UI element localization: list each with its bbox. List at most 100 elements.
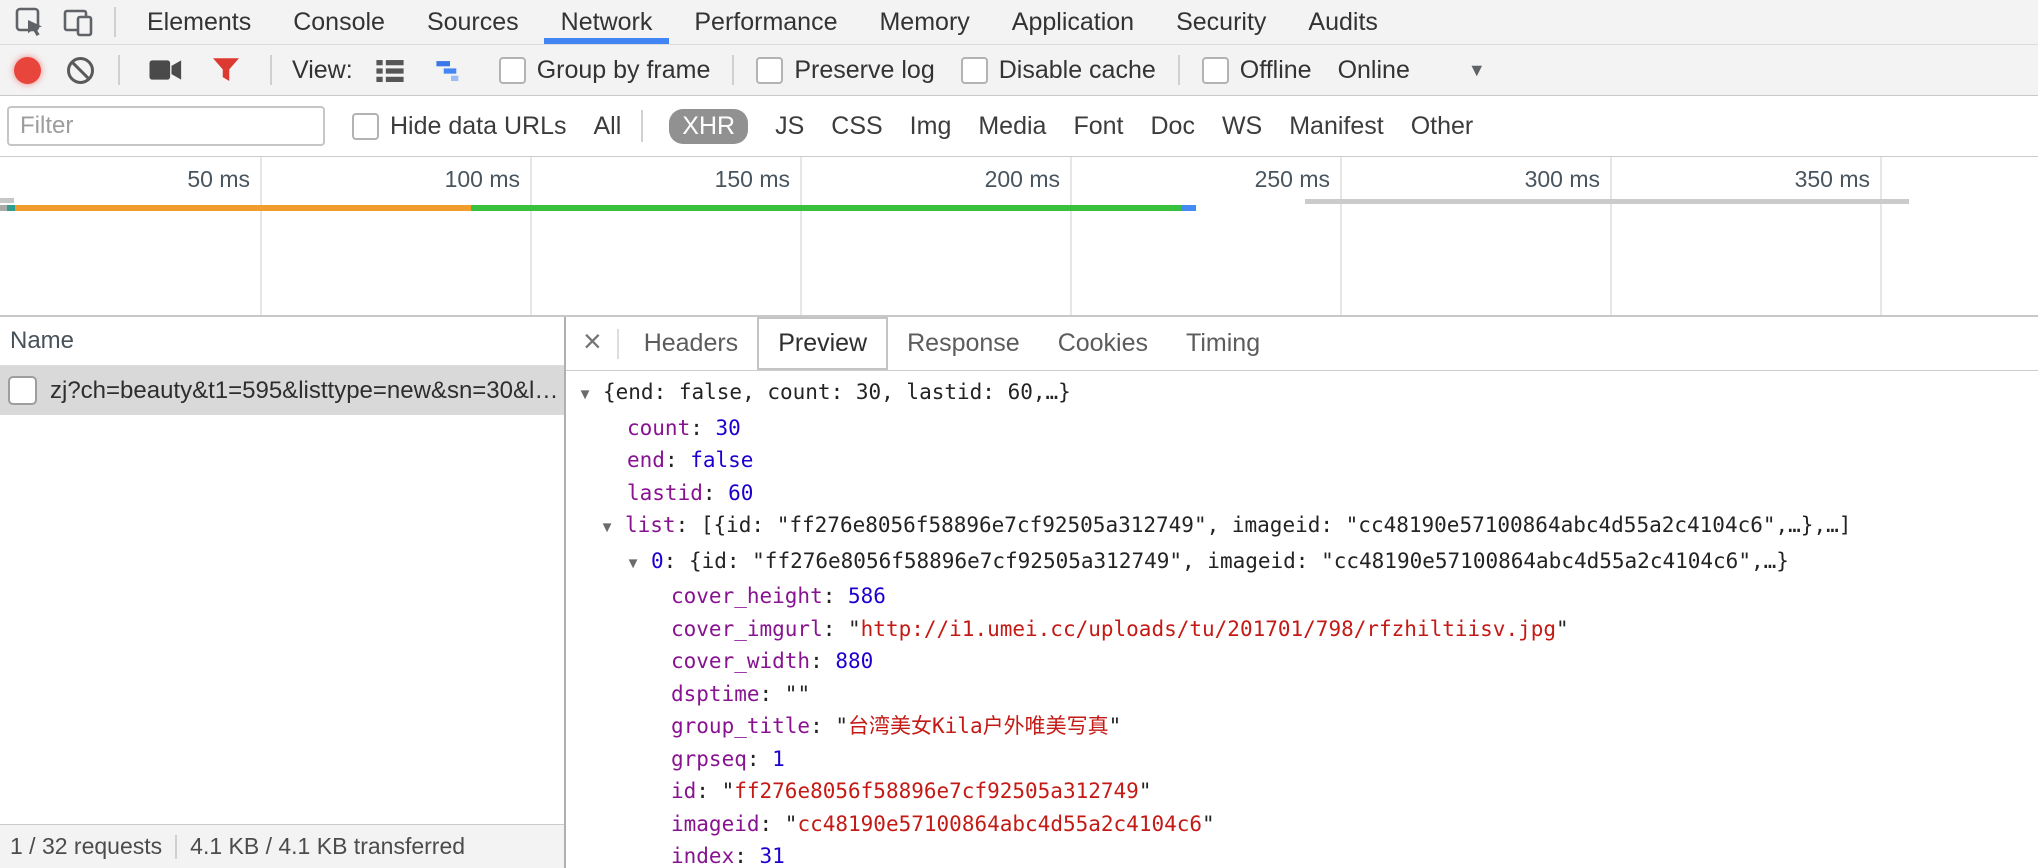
type-filter-doc[interactable]: Doc bbox=[1150, 112, 1194, 141]
type-filter-js[interactable]: JS bbox=[775, 112, 804, 141]
tab-console[interactable]: Console bbox=[276, 0, 402, 44]
hide-data-urls-label: Hide data URLs bbox=[390, 112, 566, 141]
request-row[interactable]: zj?ch=beauty&t1=595&listtype=new&sn=30&l… bbox=[0, 366, 564, 415]
inspect-element-icon[interactable] bbox=[6, 0, 54, 44]
json-text: " bbox=[1556, 617, 1569, 641]
type-filter-xhr[interactable]: XHR bbox=[669, 109, 748, 144]
tab-application[interactable]: Application bbox=[995, 0, 1151, 44]
tree-line[interactable]: cover_width: 880 bbox=[566, 645, 2038, 678]
json-text: : " bbox=[810, 714, 848, 738]
type-filter-all[interactable]: All bbox=[593, 112, 621, 141]
type-filter-other[interactable]: Other bbox=[1411, 112, 1474, 141]
json-string: cc48190e57100864abc4d55a2c4104c6 bbox=[797, 812, 1202, 836]
checkbox-box[interactable] bbox=[1202, 57, 1229, 84]
json-text: : "" bbox=[760, 682, 811, 706]
type-filter-img[interactable]: Img bbox=[910, 112, 952, 141]
name-column-header[interactable]: Name bbox=[0, 317, 564, 366]
view-label: View: bbox=[292, 56, 353, 85]
status-divider bbox=[175, 835, 177, 859]
tab-audits[interactable]: Audits bbox=[1291, 0, 1394, 44]
tree-line[interactable]: index: 31 bbox=[566, 840, 2038, 868]
json-text: {end: false, count: 30, lastid: 60,…} bbox=[603, 380, 1071, 404]
tree-line[interactable]: cover_height: 586 bbox=[566, 580, 2038, 613]
tab-security[interactable]: Security bbox=[1159, 0, 1283, 44]
type-filter-ws[interactable]: WS bbox=[1222, 112, 1262, 141]
ruler-gridline bbox=[530, 157, 532, 315]
overview-bar-queueing bbox=[0, 205, 7, 211]
json-number: false bbox=[690, 448, 753, 472]
tree-line[interactable]: cover_imgurl: "http://i1.umei.cc/uploads… bbox=[566, 613, 2038, 646]
filter-funnel-icon[interactable] bbox=[204, 45, 248, 95]
tree-line[interactable]: ▼{end: false, count: 30, lastid: 60,…} bbox=[566, 376, 2038, 412]
tree-line[interactable]: lastid: 60 bbox=[566, 477, 2038, 510]
json-key: end bbox=[627, 448, 665, 472]
tab-memory[interactable]: Memory bbox=[862, 0, 986, 44]
json-key: imageid bbox=[671, 812, 760, 836]
preserve-log-label: Preserve log bbox=[794, 56, 934, 85]
group-by-frame-checkbox[interactable]: Group by frame bbox=[499, 56, 711, 85]
ruler-gridline bbox=[800, 157, 802, 315]
type-filter-manifest[interactable]: Manifest bbox=[1289, 112, 1383, 141]
detail-tab-response[interactable]: Response bbox=[888, 317, 1039, 370]
json-text: : bbox=[823, 584, 848, 608]
tab-sources[interactable]: Sources bbox=[410, 0, 536, 44]
checkbox-box[interactable] bbox=[499, 57, 526, 84]
offline-checkbox[interactable]: Offline bbox=[1202, 56, 1312, 85]
json-text: : bbox=[810, 649, 835, 673]
filter-input[interactable] bbox=[7, 106, 325, 146]
json-text: : " bbox=[696, 779, 734, 803]
checkbox-box[interactable] bbox=[756, 57, 783, 84]
tab-performance[interactable]: Performance bbox=[677, 0, 854, 44]
tree-line[interactable]: id: "ff276e8056f58896e7cf92505a312749" bbox=[566, 775, 2038, 808]
chevron-down-icon[interactable]: ▼ bbox=[1468, 60, 1486, 81]
offline-label: Offline bbox=[1240, 56, 1312, 85]
type-filter-font[interactable]: Font bbox=[1073, 112, 1123, 141]
tree-line[interactable]: end: false bbox=[566, 444, 2038, 477]
tree-line[interactable]: ▼list: [{id: "ff276e8056f58896e7cf92505a… bbox=[566, 509, 2038, 545]
checkbox-box[interactable] bbox=[961, 57, 988, 84]
json-key: group_title bbox=[671, 714, 810, 738]
json-string: http://i1.umei.cc/uploads/tu/201701/798/… bbox=[861, 617, 1556, 641]
tree-line[interactable]: imageid: "cc48190e57100864abc4d55a2c4104… bbox=[566, 808, 2038, 841]
tab-network[interactable]: Network bbox=[544, 0, 670, 44]
device-toolbar-icon[interactable] bbox=[54, 0, 104, 44]
type-filter-css[interactable]: CSS bbox=[831, 112, 882, 141]
network-overview[interactable]: 50 ms100 ms150 ms200 ms250 ms300 ms350 m… bbox=[0, 157, 2038, 317]
json-text: : " bbox=[823, 617, 861, 641]
detail-tab-preview[interactable]: Preview bbox=[757, 317, 888, 370]
tree-expand-arrow[interactable]: ▼ bbox=[573, 379, 597, 412]
detail-tab-headers[interactable]: Headers bbox=[625, 317, 758, 370]
requests-pane: Name zj?ch=beauty&t1=595&listtype=new&sn… bbox=[0, 317, 566, 868]
tree-line[interactable]: group_title: "台湾美女Kila户外唯美写真" bbox=[566, 710, 2038, 743]
hide-data-urls-checkbox[interactable]: Hide data URLs bbox=[352, 112, 566, 141]
waterfall-overview-icon[interactable] bbox=[427, 45, 473, 95]
capture-screenshots-icon[interactable] bbox=[140, 45, 192, 95]
tree-line[interactable]: ▼0: {id: "ff276e8056f58896e7cf92505a3127… bbox=[566, 545, 2038, 581]
tab-elements[interactable]: Elements bbox=[130, 0, 268, 44]
status-bar: 1 / 32 requests 4.1 KB / 4.1 KB transfer… bbox=[0, 824, 564, 868]
disable-cache-checkbox[interactable]: Disable cache bbox=[961, 56, 1156, 85]
close-icon[interactable]: × bbox=[566, 323, 617, 364]
detail-tab-timing[interactable]: Timing bbox=[1167, 317, 1279, 370]
throttling-select[interactable]: Online bbox=[1338, 56, 1410, 85]
type-filter-media[interactable]: Media bbox=[978, 112, 1046, 141]
checkbox-box[interactable] bbox=[352, 113, 379, 140]
record-icon[interactable] bbox=[14, 57, 41, 84]
json-key: dsptime bbox=[671, 682, 760, 706]
tree-expand-arrow[interactable]: ▼ bbox=[621, 548, 645, 581]
tree-line[interactable]: grpseq: 1 bbox=[566, 743, 2038, 776]
json-string: 台湾美女Kila户外唯美写真 bbox=[848, 714, 1109, 738]
tree-line[interactable]: dsptime: "" bbox=[566, 678, 2038, 711]
tree-expand-arrow[interactable]: ▼ bbox=[595, 512, 619, 545]
name-column-label: Name bbox=[10, 327, 74, 355]
detail-tab-cookies[interactable]: Cookies bbox=[1039, 317, 1167, 370]
details-pane: × HeadersPreviewResponseCookiesTiming ▼{… bbox=[566, 317, 2038, 868]
request-name: zj?ch=beauty&t1=595&listtype=new&sn=30&l… bbox=[50, 377, 558, 405]
preserve-log-checkbox[interactable]: Preserve log bbox=[756, 56, 934, 85]
tree-line[interactable]: count: 30 bbox=[566, 412, 2038, 445]
ruler-gridline bbox=[260, 157, 262, 315]
json-number: 60 bbox=[728, 481, 753, 505]
toolbar-divider bbox=[732, 55, 734, 85]
clear-icon[interactable] bbox=[67, 57, 94, 84]
list-view-icon[interactable] bbox=[367, 45, 413, 95]
